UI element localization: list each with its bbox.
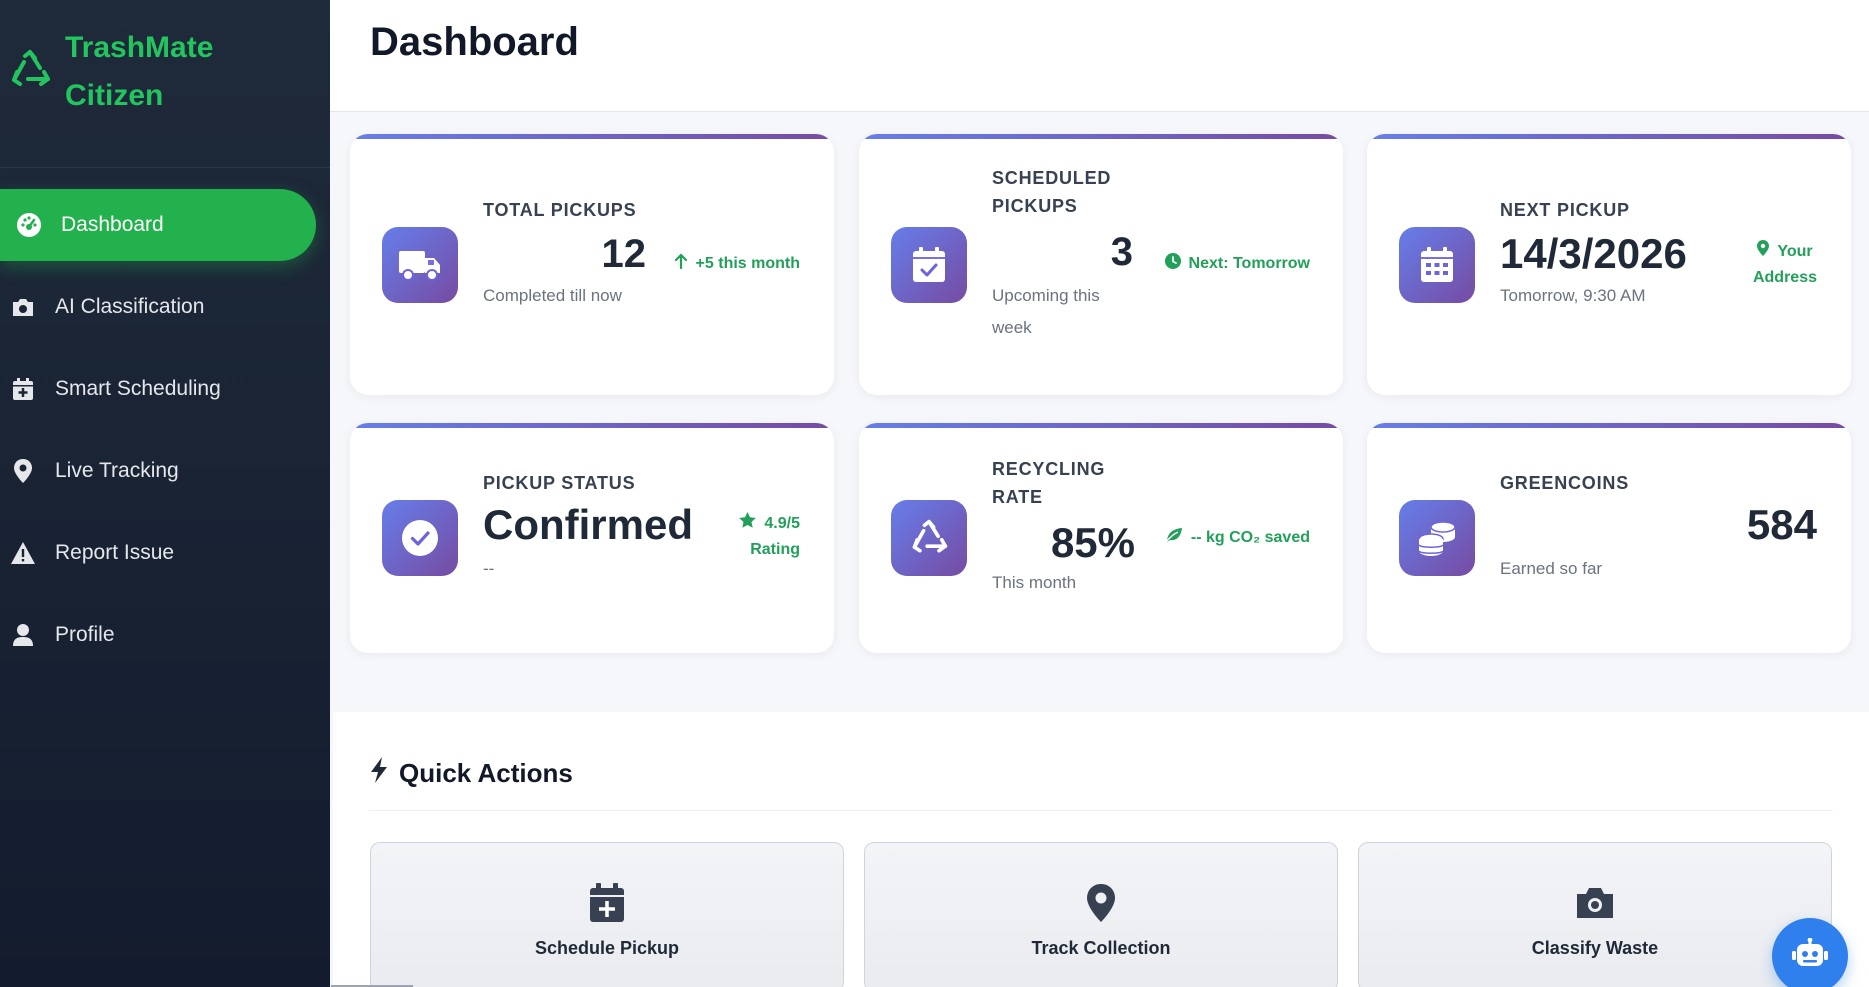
card-value: 85% (1050, 519, 1135, 566)
sidebar-item-live-tracking[interactable]: Live Tracking (0, 435, 330, 507)
card-trend: Your Address (1753, 240, 1817, 290)
card-trend: Next: Tomorrow (1164, 253, 1310, 274)
card-label: PICKUP STATUS (483, 473, 636, 493)
calendar-icon (1399, 227, 1475, 303)
card-label-line1: RECYCLING (992, 459, 1106, 479)
page-title: Dashboard (370, 20, 579, 64)
sidebar-item-label: Smart Scheduling (55, 377, 221, 400)
leaf-icon (1165, 527, 1183, 548)
calendar-check-icon (891, 227, 967, 303)
sidebar-item-label: AI Classification (55, 295, 205, 318)
camera-icon (1575, 883, 1615, 923)
stat-card-greencoins: GREENCOINS 584 Earned so far (1367, 423, 1851, 653)
track-collection-button[interactable]: Track Collection (864, 842, 1338, 987)
card-value: 3 (1110, 230, 1133, 274)
sidebar-item-label: Live Tracking (55, 459, 179, 482)
sidebar-item-label: Profile (55, 623, 115, 646)
camera-icon (10, 294, 36, 320)
stat-card-scheduled-pickups: SCHEDULED PICKUPS 3 Next: Tomorrow Upcom… (859, 134, 1343, 395)
quick-actions-panel: Quick Actions Schedule Pickup Track Coll… (333, 712, 1869, 987)
stat-card-recycling-rate: RECYCLING RATE 85% -- kg CO₂ saved This … (859, 423, 1343, 653)
card-trend: -- kg CO₂ saved (1165, 527, 1310, 548)
sidebar-item-report-issue[interactable]: Report Issue (0, 517, 330, 589)
card-label: SCHEDULED PICKUPS (992, 164, 1111, 220)
card-sub: -- (483, 559, 495, 578)
robot-icon (1792, 937, 1828, 975)
card-value: 14/3/2026 (1500, 230, 1687, 277)
card-sub: Earned so far (1500, 559, 1603, 578)
top-header: Dashboard (330, 0, 1869, 112)
trend-text-line2: Rating (750, 541, 800, 558)
trend-text-line1: Your (1777, 243, 1813, 260)
calendar-plus-icon (587, 883, 627, 923)
card-value: 584 (1746, 501, 1817, 548)
card-label-line1: SCHEDULED (992, 168, 1112, 188)
sidebar-item-dashboard[interactable]: Dashboard (0, 189, 316, 261)
sidebar-nav: Dashboard AI Classification Smart Schedu… (0, 189, 330, 681)
recycle-icon (891, 500, 967, 576)
trend-row: 4.9/5 (739, 512, 800, 536)
card-sub-line2: week (992, 318, 1032, 337)
stat-card-next-pickup: NEXT PICKUP 14/3/2026 Your Address Tomor… (1367, 134, 1851, 395)
button-label: Track Collection (1031, 938, 1171, 958)
user-icon (10, 622, 36, 648)
card-label-line2: RATE (992, 487, 1043, 507)
map-pin-icon (1081, 883, 1121, 923)
truck-icon (382, 227, 458, 303)
card-value: 12 (601, 232, 647, 276)
card-sub-line1: Upcoming this (992, 286, 1100, 305)
sidebar: TrashMate Citizen Dashboard AI Classific… (0, 0, 330, 987)
classify-waste-button[interactable]: Classify Waste (1358, 842, 1832, 987)
warning-icon (10, 540, 36, 566)
sidebar-item-label: Dashboard (61, 213, 164, 236)
stat-card-total-pickups: TOTAL PICKUPS 12 +5 this month Completed… (350, 134, 834, 395)
card-label: TOTAL PICKUPS (483, 200, 637, 220)
recycle-icon (8, 48, 52, 92)
sidebar-item-label: Report Issue (55, 541, 175, 564)
card-sub: This month (992, 573, 1077, 592)
arrow-up-icon (674, 253, 688, 274)
card-sub: Upcoming this week (992, 280, 1100, 344)
check-circle-icon (382, 500, 458, 576)
card-trend: 4.9/5 Rating (739, 512, 800, 562)
brand-name: TrashMate Citizen (65, 24, 213, 120)
card-value: Confirmed (483, 501, 693, 548)
brand-line2: Citizen (65, 79, 164, 112)
map-pin-icon (1757, 240, 1770, 264)
trend-text-line2: Address (1752, 269, 1817, 286)
coins-icon (1399, 500, 1475, 576)
star-icon (739, 512, 757, 536)
gauge-icon (16, 212, 42, 238)
divider (369, 810, 1833, 811)
card-sub: Tomorrow, 9:30 AM (1500, 286, 1646, 305)
card-trend: +5 this month (674, 253, 800, 274)
button-label: Schedule Pickup (534, 938, 680, 958)
quick-actions-title-text: Quick Actions (399, 758, 573, 788)
clock-icon (1164, 253, 1181, 274)
trend-row: Your (1757, 240, 1813, 264)
sidebar-item-profile[interactable]: Profile (0, 599, 330, 671)
card-sub: Completed till now (483, 286, 622, 305)
card-label: RECYCLING RATE (992, 455, 1105, 511)
card-label: GREENCOINS (1500, 473, 1630, 493)
chatbot-button[interactable] (1772, 918, 1848, 987)
card-label: NEXT PICKUP (1500, 200, 1630, 220)
sidebar-item-smart-scheduling[interactable]: Smart Scheduling (0, 353, 330, 425)
schedule-pickup-button[interactable]: Schedule Pickup (370, 842, 844, 987)
brand-line1: TrashMate (65, 31, 214, 64)
button-label: Classify Waste (1531, 938, 1659, 958)
brand: TrashMate Citizen (0, 0, 330, 168)
trend-text-line1: 4.9/5 (764, 515, 800, 532)
sidebar-item-ai-classification[interactable]: AI Classification (0, 271, 330, 343)
calendar-plus-icon (10, 376, 36, 402)
stat-card-pickup-status: PICKUP STATUS Confirmed 4.9/5 Rating -- (350, 423, 834, 653)
trend-text: +5 this month (695, 254, 800, 272)
quick-actions-title: Quick Actions (369, 756, 573, 791)
map-pin-icon (10, 458, 36, 484)
trend-text: Next: Tomorrow (1188, 254, 1310, 272)
bolt-icon (369, 756, 389, 791)
card-label-line2: PICKUPS (992, 196, 1078, 216)
trend-text: -- kg CO₂ saved (1190, 528, 1310, 546)
